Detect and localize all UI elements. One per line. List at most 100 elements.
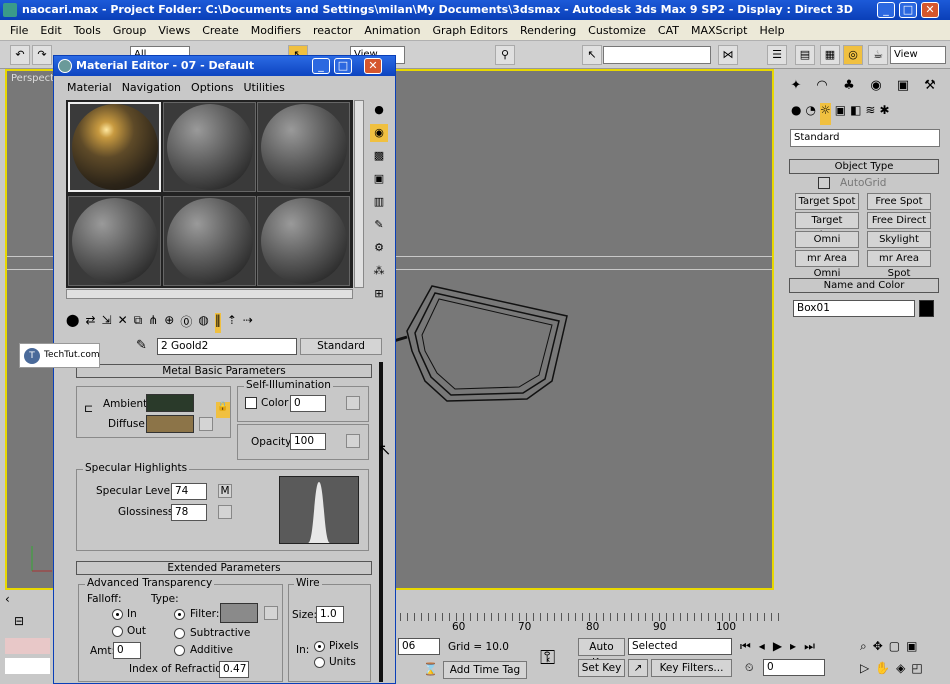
frame-spinner[interactable]: 06	[398, 638, 440, 655]
named-sel-icon[interactable]: ↖	[582, 45, 602, 65]
background-icon[interactable]: ▩	[370, 147, 388, 165]
key-curve-icon[interactable]: ↗	[628, 659, 648, 677]
free-spot-button[interactable]: Free Spot	[867, 193, 931, 210]
menu-rendering[interactable]: Rendering	[514, 24, 582, 37]
me-menu-options[interactable]: Options	[186, 81, 238, 94]
curve-editor-icon[interactable]: ▤	[795, 45, 815, 65]
sample-uv-icon[interactable]: ▣	[370, 170, 388, 188]
viewport-nav-icons[interactable]: ⌕✥▢▣	[860, 639, 923, 654]
playback-controls[interactable]: ⏮◂▶▸⏭	[740, 639, 823, 654]
free-direct-button[interactable]: Free Direct	[867, 212, 931, 229]
sample-slot[interactable]	[257, 102, 350, 192]
sample-slot[interactable]	[163, 196, 256, 286]
skylight-button[interactable]: Skylight	[867, 231, 931, 248]
object-color-swatch[interactable]	[919, 300, 934, 317]
mr-area-omni-button[interactable]: mr Area Omni	[795, 250, 859, 279]
material-name-dropdown[interactable]: 2 Goold2	[157, 338, 297, 355]
menu-graph-editors[interactable]: Graph Editors	[426, 24, 514, 37]
menu-file[interactable]: File	[4, 24, 34, 37]
selected-dropdown[interactable]: Selected	[628, 638, 732, 655]
pick-material-icon[interactable]: ✎	[136, 338, 147, 353]
copy-material-icon[interactable]: ⧉	[134, 313, 143, 333]
sample-slot[interactable]	[68, 196, 161, 286]
helpers-icon[interactable]: ◧	[850, 103, 861, 125]
specular-level-value[interactable]: 74	[171, 483, 207, 500]
show-end-result-icon[interactable]: ‖	[214, 313, 221, 333]
omni-button[interactable]: Omni	[795, 231, 859, 248]
sample-slot-active[interactable]	[68, 102, 161, 192]
opacity-value[interactable]: 100	[290, 433, 326, 450]
material-editor-icon[interactable]: ◎	[843, 45, 863, 65]
make-preview-icon[interactable]: ✎	[370, 216, 388, 234]
effects-channel-icon[interactable]: ⓪	[180, 313, 192, 333]
schematic-icon[interactable]: ▦	[820, 45, 840, 65]
object-type-rollout[interactable]: Object Type	[789, 159, 939, 174]
undo-icon[interactable]: ↶	[10, 45, 30, 65]
me-maximize-icon[interactable]: □	[334, 58, 352, 74]
autogrid-checkbox[interactable]	[818, 177, 830, 189]
category-dropdown[interactable]: Standard	[790, 129, 940, 147]
lights-icon[interactable]: ☼	[819, 103, 831, 125]
modify-tab-icon[interactable]: ◠	[811, 75, 833, 97]
key-icon[interactable]: ⚿	[540, 645, 555, 669]
spacewarps-icon[interactable]: ≋	[865, 103, 875, 125]
geometry-icon[interactable]: ●	[791, 103, 801, 125]
sample-slot[interactable]	[163, 102, 256, 192]
wire-pixels-radio[interactable]	[314, 641, 325, 652]
sample-type-icon[interactable]: ●	[370, 101, 388, 119]
mr-area-spot-button[interactable]: mr Area Spot	[867, 250, 931, 279]
viewport-nav-icons-2[interactable]: ▷✋◈◰	[860, 661, 929, 675]
diffuse-map-button[interactable]	[199, 417, 213, 431]
filter-map-button[interactable]	[264, 606, 278, 620]
maximize-icon[interactable]: □	[899, 2, 917, 18]
utilities-tab-icon[interactable]: ⚒	[919, 75, 941, 97]
auto-key-button[interactable]: Auto Key	[578, 638, 625, 669]
metal-basic-rollout[interactable]: Metal Basic Parameters	[76, 364, 372, 378]
time-tag-icon[interactable]: ⌛	[423, 662, 438, 676]
key-filters-button[interactable]: Key Filters...	[651, 659, 732, 677]
menu-tools[interactable]: Tools	[68, 24, 107, 37]
minimize-icon[interactable]: _	[877, 2, 895, 18]
options-icon[interactable]: ⚙	[370, 239, 388, 257]
render-icon[interactable]: ☕	[868, 45, 888, 65]
sample-slot[interactable]	[257, 196, 350, 286]
target-spot-button[interactable]: Target Spot	[795, 193, 859, 210]
me-menu-utilities[interactable]: Utilities	[238, 81, 289, 94]
render-view-dropdown[interactable]: View	[890, 46, 946, 64]
extended-parameters-rollout[interactable]: Extended Parameters	[76, 561, 372, 575]
backlight-icon[interactable]: ◉	[370, 124, 388, 142]
falloff-out-radio[interactable]	[112, 626, 123, 637]
motion-tab-icon[interactable]: ◉	[865, 75, 887, 97]
link-icon[interactable]: ⚲	[495, 45, 515, 65]
rollout-scrollbar[interactable]	[379, 362, 383, 682]
maxscript-listener[interactable]	[5, 638, 50, 654]
menu-animation[interactable]: Animation	[358, 24, 426, 37]
specular-map-button[interactable]: M	[218, 484, 232, 498]
systems-icon[interactable]: ✱	[879, 103, 889, 125]
glossiness-map-button[interactable]	[218, 505, 232, 519]
object-name-input[interactable]: Box01	[793, 300, 915, 317]
slots-horizontal-scrollbar[interactable]	[66, 289, 353, 299]
menu-create[interactable]: Create	[196, 24, 245, 37]
me-close-icon[interactable]: ✕	[364, 58, 382, 74]
display-tab-icon[interactable]: ▣	[892, 75, 914, 97]
slots-vertical-scrollbar[interactable]	[354, 100, 364, 288]
material-type-button[interactable]: Standard	[300, 338, 382, 355]
scroll-left-icon[interactable]: ‹	[5, 592, 10, 606]
glossiness-value[interactable]: 78	[171, 504, 207, 521]
diffuse-color-swatch[interactable]	[146, 415, 194, 433]
menu-reactor[interactable]: reactor	[307, 24, 358, 37]
self-illum-color-checkbox[interactable]	[245, 397, 257, 409]
named-selection-set[interactable]	[603, 46, 711, 64]
name-and-color-rollout[interactable]: Name and Color	[789, 278, 939, 293]
close-icon[interactable]: ✕	[921, 2, 939, 18]
cameras-icon[interactable]: ▣	[835, 103, 846, 125]
me-menu-material[interactable]: Material	[62, 81, 117, 94]
self-illum-value[interactable]: 0	[290, 395, 326, 412]
shapes-icon[interactable]: ◔	[805, 103, 815, 125]
hierarchy-tab-icon[interactable]: ♣	[838, 75, 860, 97]
go-forward-icon[interactable]: ⇢	[243, 313, 253, 333]
me-minimize-icon[interactable]: _	[312, 58, 330, 74]
lock-icon[interactable]: 🔒	[216, 402, 230, 418]
make-unique-icon[interactable]: ⋔	[148, 313, 158, 333]
